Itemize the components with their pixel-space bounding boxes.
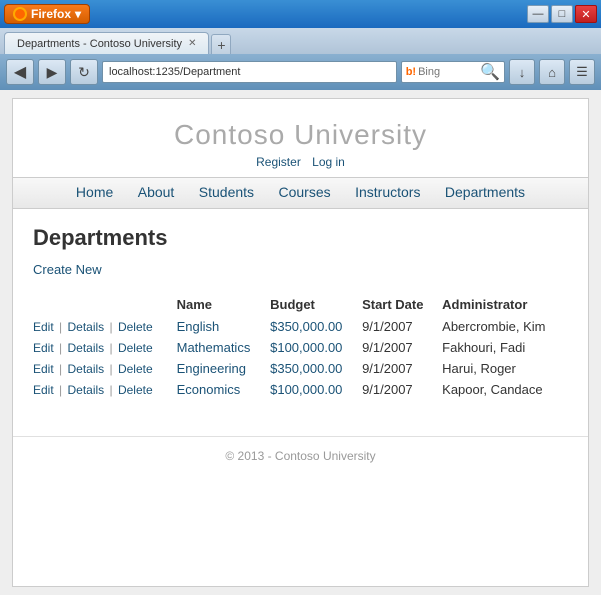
login-link[interactable]: Log in — [312, 155, 345, 169]
action-edit-3[interactable]: Edit — [33, 383, 54, 397]
auth-links: Register Log in — [23, 155, 578, 169]
footer-text: © 2013 - Contoso University — [225, 449, 375, 463]
close-button[interactable]: ✕ — [575, 5, 597, 23]
action-edit-2[interactable]: Edit — [33, 362, 54, 376]
col-administrator: Administrator — [442, 293, 568, 316]
dept-administrator: Fakhouri, Fadi — [442, 337, 568, 358]
action-delete-1[interactable]: Delete — [118, 341, 153, 355]
page-content: Contoso University Register Log in Home … — [12, 98, 589, 587]
nav-home[interactable]: Home — [76, 184, 113, 200]
action-cell: Edit | Details | Delete — [33, 316, 177, 337]
nav-courses[interactable]: Courses — [279, 184, 331, 200]
dept-budget: $100,000.00 — [270, 379, 362, 400]
dept-budget: $350,000.00 — [270, 358, 362, 379]
dept-name: Mathematics — [177, 337, 270, 358]
tab-bar: Departments - Contoso University ✕ + — [0, 28, 601, 54]
forward-button[interactable]: ▶ — [38, 59, 66, 85]
back-button[interactable]: ◀ — [6, 59, 34, 85]
tab-close-icon[interactable]: ✕ — [188, 38, 196, 49]
departments-table: Name Budget Start Date Administrator Edi… — [33, 293, 568, 400]
nav-instructors[interactable]: Instructors — [355, 184, 420, 200]
search-input[interactable] — [418, 66, 478, 78]
dept-start-date: 9/1/2007 — [362, 379, 442, 400]
settings-button[interactable]: ☰ — [569, 59, 595, 85]
search-icon[interactable]: 🔍 — [480, 62, 500, 82]
table-row: Edit | Details | DeleteEngineering$350,0… — [33, 358, 568, 379]
register-link[interactable]: Register — [256, 155, 301, 169]
new-tab-button[interactable]: + — [211, 34, 231, 54]
maximize-button[interactable]: □ — [551, 5, 573, 23]
site: Contoso University Register Log in Home … — [13, 99, 588, 475]
minimize-button[interactable]: — — [527, 5, 549, 23]
browser-tab[interactable]: Departments - Contoso University ✕ — [4, 32, 209, 54]
dept-start-date: 9/1/2007 — [362, 358, 442, 379]
search-box: b! 🔍 — [401, 61, 505, 83]
page-heading: Departments — [33, 225, 568, 251]
firefox-icon — [13, 7, 27, 21]
bing-logo: b! — [406, 66, 416, 78]
action-details-0[interactable]: Details — [67, 320, 104, 334]
firefox-label: Firefox — [31, 7, 71, 21]
dept-budget: $350,000.00 — [270, 316, 362, 337]
action-cell: Edit | Details | Delete — [33, 379, 177, 400]
col-name: Name — [177, 293, 270, 316]
action-delete-2[interactable]: Delete — [118, 362, 153, 376]
action-delete-0[interactable]: Delete — [118, 320, 153, 334]
site-header: Contoso University Register Log in — [13, 99, 588, 177]
main-content: Departments Create New Name Budget Start… — [13, 209, 588, 416]
dept-administrator: Abercrombie, Kim — [442, 316, 568, 337]
dept-name: English — [177, 316, 270, 337]
firefox-button[interactable]: Firefox ▾ — [4, 4, 90, 24]
site-nav: Home About Students Courses Instructors … — [13, 177, 588, 209]
create-new-link[interactable]: Create New — [33, 262, 102, 277]
firefox-dropdown-icon: ▾ — [75, 7, 81, 21]
address-input[interactable] — [102, 61, 397, 83]
home-button[interactable]: ⌂ — [539, 59, 565, 85]
table-row: Edit | Details | DeleteMathematics$100,0… — [33, 337, 568, 358]
action-cell: Edit | Details | Delete — [33, 337, 177, 358]
action-details-1[interactable]: Details — [67, 341, 104, 355]
dept-administrator: Harui, Roger — [442, 358, 568, 379]
nav-students[interactable]: Students — [199, 184, 254, 200]
table-row: Edit | Details | DeleteEnglish$350,000.0… — [33, 316, 568, 337]
site-footer: © 2013 - Contoso University — [13, 436, 588, 475]
nav-about[interactable]: About — [138, 184, 175, 200]
refresh-button[interactable]: ↻ — [70, 59, 98, 85]
taskbar: Firefox ▾ — □ ✕ — [0, 0, 601, 28]
action-delete-3[interactable]: Delete — [118, 383, 153, 397]
nav-departments[interactable]: Departments — [445, 184, 525, 200]
site-title: Contoso University — [23, 119, 578, 151]
dept-name: Engineering — [177, 358, 270, 379]
action-cell: Edit | Details | Delete — [33, 358, 177, 379]
action-edit-0[interactable]: Edit — [33, 320, 54, 334]
window-controls: — □ ✕ — [527, 5, 597, 23]
table-header-row: Name Budget Start Date Administrator — [33, 293, 568, 316]
dept-start-date: 9/1/2007 — [362, 337, 442, 358]
table-row: Edit | Details | DeleteEconomics$100,000… — [33, 379, 568, 400]
dept-budget: $100,000.00 — [270, 337, 362, 358]
browser-page: Contoso University Register Log in Home … — [0, 90, 601, 595]
col-budget: Budget — [270, 293, 362, 316]
action-details-3[interactable]: Details — [67, 383, 104, 397]
address-bar: ◀ ▶ ↻ b! 🔍 ↓ ⌂ ☰ — [0, 54, 601, 90]
action-details-2[interactable]: Details — [67, 362, 104, 376]
action-edit-1[interactable]: Edit — [33, 341, 54, 355]
download-button[interactable]: ↓ — [509, 59, 535, 85]
tab-title: Departments - Contoso University — [17, 38, 182, 50]
col-actions — [33, 293, 177, 316]
dept-name: Economics — [177, 379, 270, 400]
dept-start-date: 9/1/2007 — [362, 316, 442, 337]
col-startdate: Start Date — [362, 293, 442, 316]
window-frame: Firefox ▾ — □ ✕ Departments - Contoso Un… — [0, 0, 601, 595]
dept-administrator: Kapoor, Candace — [442, 379, 568, 400]
